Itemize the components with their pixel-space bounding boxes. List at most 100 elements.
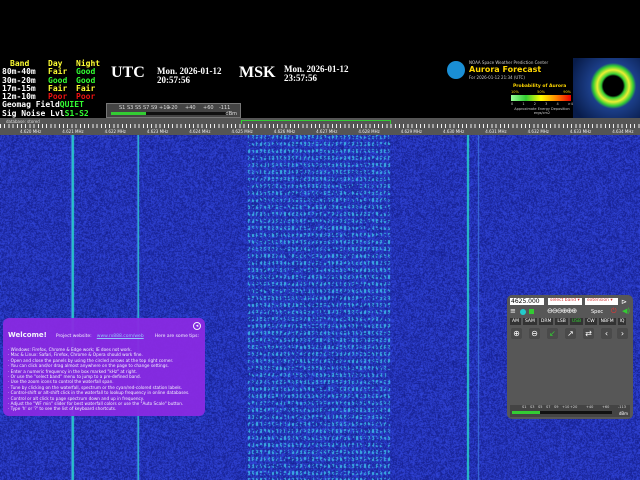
spec-button[interactable]: Spec <box>591 309 603 315</box>
energy-unit: ergs/cm2 <box>511 111 573 115</box>
s-meter-label: +40 <box>185 105 196 111</box>
panel-s-meter: S1 S3 S5 S7 S9 +10 +20 +40 +60 -113 dBm <box>510 405 630 417</box>
zoom-in-icon[interactable]: ⊕ <box>511 328 522 339</box>
tip-text: Open and close the panels by using the c… <box>11 358 173 363</box>
frequency-label: 4.634 MHz <box>612 129 633 134</box>
project-label: Project website: <box>56 334 92 339</box>
panel-s-meter-label: S7 <box>546 405 550 409</box>
s-meter-label: S5 <box>135 105 141 111</box>
frequency-label: 4.626 MHz <box>274 129 295 134</box>
speaker-icon[interactable]: ◀) <box>622 307 630 315</box>
tip-text: Mac & Linux: Safari, Firefox, Chrome & O… <box>11 352 143 357</box>
prob-tick: 50% <box>537 90 545 94</box>
frequency-label: 4.629 MHz <box>401 129 422 134</box>
header: Band Day Night 80m-40m Fair Good 30m-20m Good… <box>0 0 640 118</box>
energy-tick: 1 <box>522 102 524 106</box>
tip-text: Or use the "select band" menu to jump to… <box>11 374 141 379</box>
frequency-label: 4.633 MHz <box>570 129 591 134</box>
project-link[interactable]: www.rx888.com/web <box>97 334 144 339</box>
noaa-logo-icon <box>447 61 465 79</box>
utc-label: UTC <box>111 64 145 82</box>
tip-text: Windows: Firefox, Chrome & Edge work; IE… <box>11 347 132 352</box>
panel-s-meter-label: -113 <box>618 405 626 409</box>
frequency-label: 4.620 MHz <box>20 129 41 134</box>
band-select-value: select band <box>550 298 576 303</box>
s-meter-unit: dBm <box>226 111 237 117</box>
panel-s-meter-label: +60 <box>602 405 609 409</box>
tip-text: Control-shift or alt-shift click in the … <box>11 390 190 395</box>
aurora-prob-label: Probability of Aurora <box>513 84 566 89</box>
info-icon[interactable] <box>520 309 526 315</box>
zoom-max-icon[interactable]: ↗ <box>565 328 576 339</box>
band-select[interactable]: select band ▾ <box>548 298 582 305</box>
energy-tick: 2 <box>534 102 536 106</box>
frequency-label: 4.631 MHz <box>485 129 506 134</box>
mode-button-usb[interactable]: USB <box>570 318 583 325</box>
tip-text: Tune by clicking on the waterfall, spect… <box>11 385 182 390</box>
aurora-map <box>573 58 640 120</box>
frequency-label: 4.624 MHz <box>189 129 210 134</box>
zoom-out-icon[interactable]: ⊖ <box>529 328 540 339</box>
noise-label: Sig Noise Lvl <box>2 110 65 118</box>
menu-icon[interactable]: ≡ <box>510 307 516 315</box>
frequency-label: 4.628 MHz <box>358 129 379 134</box>
utc-time: 20:57:56 <box>157 76 222 85</box>
tips-label: Here are some tips: <box>155 334 199 339</box>
scale-ticks <box>0 124 640 128</box>
frequency-label: 4.621 MHz <box>62 129 83 134</box>
tip-text: Control or alt click to page spectrum do… <box>11 396 144 401</box>
extension-select-value: extension <box>587 298 609 303</box>
frequency-label: 4.622 MHz <box>105 129 126 134</box>
aurora-color-bar <box>511 95 571 101</box>
mode-button-nbfm[interactable]: NBFM <box>599 318 616 325</box>
tip-text: You can click and/or drag almost anywher… <box>11 363 169 368</box>
mode-button-am[interactable]: AM <box>510 318 521 325</box>
power-icon[interactable]: ⏻ <box>611 307 617 316</box>
energy-tick: 0 <box>511 102 513 106</box>
frequency-input[interactable]: 4625.000 <box>510 298 544 305</box>
panel-s-meter-label: +20 <box>570 405 577 409</box>
mode-button-iq[interactable]: IQ <box>618 318 627 325</box>
msk-label: MSK <box>239 64 275 82</box>
frequency-scale[interactable]: database: stored 4.620 MHz 4.621 MHz 4.622… <box>0 118 640 135</box>
control-panel: 4625.000 select band ▾ extension ▾ ⊳ ≡ ⊖… <box>507 295 633 419</box>
mode-button-sam[interactable]: SAM <box>523 318 537 325</box>
frequency-label: 4.623 MHz <box>147 129 168 134</box>
tip-text: Enter a numeric frequency in the box mar… <box>11 369 137 374</box>
aurora-date: For 2026-01-12 21:34 (UTC) <box>469 75 525 80</box>
frequency-label: 4.625 MHz <box>232 129 253 134</box>
page-right-icon[interactable]: › <box>617 328 628 339</box>
mode-button-cw[interactable]: CW <box>585 318 597 325</box>
page-left-icon[interactable]: ‹ <box>601 328 612 339</box>
energy-tick: 3 <box>545 102 547 106</box>
panel-s-meter-label: +40 <box>586 405 593 409</box>
panel-s-meter-label: S5 <box>538 405 542 409</box>
mode-button-drm[interactable]: DRM <box>539 318 553 325</box>
s-meter-label: +60 <box>203 105 214 111</box>
s-meter-label: +20 <box>167 105 178 111</box>
aurora-title: Aurora Forecast <box>469 65 541 74</box>
close-panel-icon[interactable]: ◂ <box>193 322 201 330</box>
mode-button-lsb[interactable]: LSB <box>555 318 567 325</box>
msk-datetime: Mon. 2026-01-12 23:57:56 <box>284 65 349 83</box>
zoom-buttons-icon[interactable]: ⊖⊖⊖⊕⊕⊕ <box>547 307 576 315</box>
band-conditions: Band Day Night 80m-40m Fair Good 30m-20m Good… <box>2 60 100 118</box>
panel-toggle-icon[interactable]: ⊳ <box>621 298 627 306</box>
utc-datetime: Mon. 2026-01-12 20:57:56 <box>157 67 222 85</box>
status-icon[interactable] <box>529 309 534 314</box>
panel-s-meter-label: S1 <box>522 405 526 409</box>
frequency-label: 4.630 MHz <box>443 129 464 134</box>
tip-text: Adjust the "WF min" slider for best wate… <box>11 401 184 406</box>
extension-select[interactable]: extension ▾ <box>585 298 618 305</box>
prob-tick: 90% <box>563 90 571 94</box>
panel-s-meter-label: +10 <box>562 405 569 409</box>
zoom-to-band-icon[interactable]: ↙ <box>547 328 558 339</box>
panel-s-meter-fill <box>512 411 540 414</box>
aurora-forecast[interactable]: NOAA Space Weather Prediction Center Aur… <box>445 58 640 120</box>
tip-text: Use the zoom icons to control the waterf… <box>11 379 114 384</box>
frequency-label: 4.627 MHz <box>316 129 337 134</box>
frequency-label: 4.632 MHz <box>528 129 549 134</box>
s-meter-label: S1 <box>119 105 125 111</box>
panel-s-meter-label: S3 <box>530 405 534 409</box>
swap-icon[interactable]: ⇄ <box>583 328 594 339</box>
